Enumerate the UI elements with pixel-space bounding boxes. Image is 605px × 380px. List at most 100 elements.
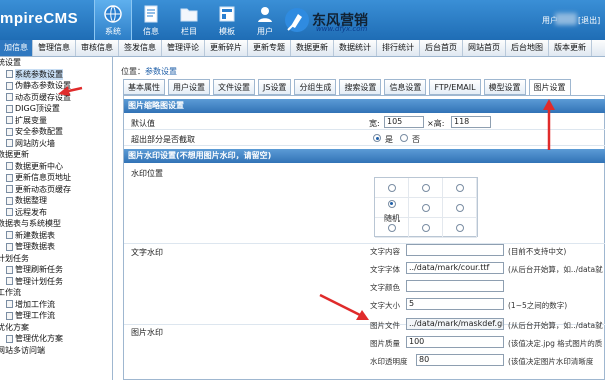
tree-group[interactable]: 数据更新: [0, 149, 112, 161]
nav-system[interactable]: 系统: [94, 0, 132, 40]
tree-item[interactable]: 更新信息页地址: [0, 172, 112, 184]
quicknav-item[interactable]: 数据统计: [334, 40, 377, 56]
folder-icon: [180, 8, 198, 22]
quicknav-item[interactable]: 更新碎片: [205, 40, 248, 56]
tree-group[interactable]: 数据表与系统模型: [0, 218, 112, 230]
file-input[interactable]: ../data/mark/maskdef.gif: [406, 318, 504, 330]
position-radio[interactable]: [421, 203, 430, 212]
tree-group[interactable]: 网站多访问端: [0, 345, 112, 357]
page-icon: [6, 127, 13, 136]
tree-item[interactable]: 远程发布: [0, 207, 112, 219]
tree-item[interactable]: 管理工作流: [0, 310, 112, 322]
tree-item[interactable]: 更新动态页缓存: [0, 184, 112, 196]
tree-label: 工作流: [0, 288, 21, 297]
tree-item[interactable]: 扩展变量: [0, 115, 112, 127]
color-input[interactable]: [406, 280, 504, 292]
tab-item[interactable]: 搜索设置: [339, 79, 382, 95]
position-radio[interactable]: [421, 223, 430, 232]
quicknav-item[interactable]: 管理评论: [162, 40, 205, 56]
tab-item[interactable]: FTP/EMAIL: [429, 79, 481, 95]
font-input[interactable]: ../data/mark/cour.ttf: [406, 262, 504, 274]
quicknav-item[interactable]: 后台地图: [506, 40, 549, 56]
row-default-size: 默认值 宽: 105 ×高: 118: [124, 114, 605, 130]
tree-item[interactable]: 安全参数配置: [0, 126, 112, 138]
tab-item[interactable]: 文件设置: [213, 79, 255, 95]
tab-item[interactable]: 用户设置: [168, 79, 210, 95]
position-random-radio[interactable]: [387, 199, 396, 208]
template-icon: [219, 6, 235, 22]
tree-item[interactable]: DIGG顶设置: [0, 103, 112, 115]
position-radio[interactable]: [387, 223, 396, 232]
tree-label: 动态页缓存设置: [15, 92, 71, 102]
tab-item[interactable]: 基本属性: [123, 79, 165, 95]
page-icon: [6, 242, 13, 251]
tree-item[interactable]: 管理数据表: [0, 241, 112, 253]
tree-item[interactable]: 数据整理: [0, 195, 112, 207]
tree-label: 新建数据表: [15, 230, 55, 240]
quicknav-item[interactable]: 管理信息: [33, 40, 76, 56]
quicknav-item[interactable]: 审核信息: [76, 40, 119, 56]
tree-label: 管理工作流: [15, 311, 55, 320]
tree-item[interactable]: 网站防火墙: [0, 138, 112, 150]
page-icon: [6, 139, 13, 148]
nav-column[interactable]: 栏目: [170, 0, 208, 40]
height-input[interactable]: 118: [451, 116, 491, 128]
font-label: 文字字体: [370, 265, 400, 274]
tree-item[interactable]: 管理优化方案: [0, 333, 112, 345]
tree-label: 管理优化方案: [15, 334, 63, 343]
tab-item[interactable]: 模型设置: [483, 79, 526, 95]
tree-item[interactable]: 数据更新中心: [0, 161, 112, 173]
tree-group[interactable]: 统设置: [0, 57, 112, 69]
tree-item[interactable]: 管理刷新任务: [0, 264, 112, 276]
position-radio[interactable]: [387, 183, 396, 192]
quicknav-item[interactable]: 版本更新: [549, 40, 592, 56]
quicknav-item[interactable]: 数据更新: [291, 40, 334, 56]
tree-item[interactable]: 新建数据表: [0, 230, 112, 242]
tree-label: 更新信息页地址: [15, 173, 71, 182]
quicknav-item[interactable]: 更新专题: [248, 40, 291, 56]
tree-item[interactable]: 系统参数设置: [0, 68, 112, 80]
tree-item[interactable]: 伪静态参数设置: [0, 80, 112, 92]
tab-item[interactable]: JS设置: [258, 79, 292, 95]
page-icon: [6, 173, 13, 182]
tree-item[interactable]: 增加工作流: [0, 299, 112, 311]
quicknav-item[interactable]: 网站首页: [463, 40, 506, 56]
nav-user[interactable]: 用户: [246, 0, 284, 40]
logout-link[interactable]: [退出]: [578, 15, 600, 26]
opacity-input[interactable]: 80: [416, 354, 504, 366]
quality-input[interactable]: 100: [406, 336, 504, 348]
position-radio[interactable]: [455, 203, 464, 212]
position-radio[interactable]: [455, 183, 464, 192]
tab-item[interactable]: 分组生成: [294, 79, 337, 95]
position-radio[interactable]: [455, 223, 464, 232]
tree-label: 远程发布: [15, 207, 47, 217]
tree-group[interactable]: 计划任务: [0, 253, 112, 265]
tree-item[interactable]: 管理计划任务: [0, 276, 112, 288]
tab-item[interactable]: 图片设置: [528, 79, 571, 96]
breadcrumb-link[interactable]: 参数设置: [145, 67, 177, 76]
tree-item[interactable]: 动态页缓存设置: [0, 92, 112, 104]
tree-group[interactable]: 工作流: [0, 287, 112, 299]
default-label: 默认值: [131, 119, 155, 128]
size-input[interactable]: 5: [406, 298, 504, 310]
tree-group[interactable]: 优化方案: [0, 322, 112, 334]
page-icon: [6, 104, 13, 113]
tree-label: DIGG顶设置: [15, 104, 60, 113]
section-watermark: 图片水印设置(不想用图片水印，请留空): [124, 149, 605, 163]
quicknav-item[interactable]: 签发信息: [119, 40, 162, 56]
crop-no-radio[interactable]: [400, 134, 408, 142]
tree-label: 系统参数设置: [15, 68, 63, 80]
position-cell: [443, 218, 477, 238]
tree-label: 管理数据表: [15, 242, 55, 251]
tab-item[interactable]: 信息设置: [384, 79, 427, 95]
nav-info[interactable]: 信息: [132, 0, 170, 40]
width-input[interactable]: 105: [384, 116, 424, 128]
text-content-input[interactable]: [406, 244, 504, 256]
position-radio[interactable]: [421, 183, 430, 192]
quicknav-item[interactable]: 后台首页: [420, 40, 463, 56]
nav-template[interactable]: 模板: [208, 0, 246, 40]
quicknav-item[interactable]: 排行统计: [377, 40, 420, 56]
tree-label: 统设置: [0, 58, 21, 67]
quicknav-item[interactable]: 加信息: [0, 40, 33, 56]
crop-yes-radio[interactable]: [373, 134, 381, 142]
